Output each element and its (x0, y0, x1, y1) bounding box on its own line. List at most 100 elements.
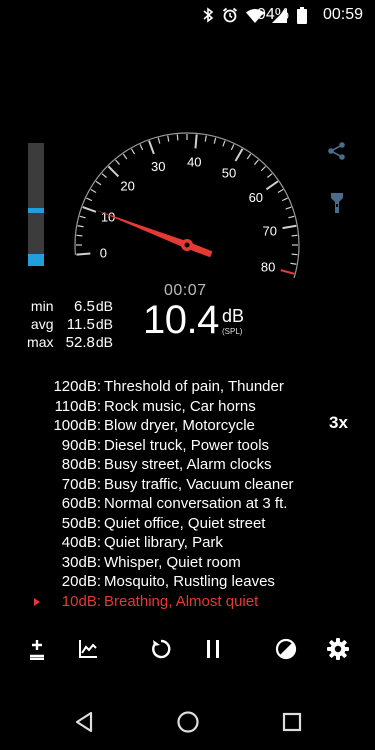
reading-unit: dB (222, 306, 245, 326)
reference-description: Mosquito, Rustling leaves (104, 573, 275, 591)
alarm-icon (222, 7, 238, 23)
reference-db: 10dB: (61, 592, 101, 610)
reference-description: Blow dryer, Motorcycle (104, 417, 255, 435)
gauge-tick (291, 253, 298, 256)
recents-icon[interactable] (280, 710, 304, 734)
gauge-tick (282, 224, 297, 230)
stat-unit: dB (95, 298, 113, 314)
gauge-tick (107, 165, 120, 178)
back-icon[interactable] (72, 710, 96, 734)
active-level-marker-icon (34, 597, 40, 606)
settings-icon[interactable] (325, 636, 351, 662)
gauge-tick (281, 197, 288, 202)
gauge-tick (95, 180, 102, 186)
gauge-tick (130, 148, 136, 155)
gauge-tick (290, 262, 297, 265)
reference-description: Rock music, Car horns (104, 397, 256, 415)
theme-icon[interactable] (273, 636, 299, 662)
reference-row: 100dB: Blow dryer, Motorcycle (0, 416, 330, 436)
reference-description: Whisper, Quiet room (104, 553, 241, 571)
gauge-tick (176, 134, 179, 141)
reference-db: 80dB: (61, 456, 101, 474)
gauge-tick (234, 148, 244, 162)
stat-value: 6.5 (74, 298, 95, 315)
reset-icon[interactable] (148, 636, 174, 662)
stat-value: 11.5 (66, 316, 95, 333)
reference-db: 70dB: (61, 475, 101, 493)
gauge-tick (90, 188, 97, 194)
flashlight-icon[interactable] (331, 193, 343, 218)
gauge-tick (204, 135, 207, 142)
reference-description: Diesel truck, Power tools (104, 436, 270, 454)
gauge-tick (122, 153, 128, 160)
gauge-tick (101, 173, 107, 178)
reference-row: 40dB: Quiet library, Park (0, 533, 330, 553)
reference-description: Busy street, Alarm clocks (104, 456, 272, 474)
pause-icon[interactable] (200, 636, 226, 662)
share-icon[interactable] (327, 141, 347, 166)
gauge-scale-label: 0 (100, 245, 107, 260)
gauge-tick (246, 153, 252, 160)
stats-panel: min 6.5 dB avg 11.5 dB max 52.8 dB (18, 298, 113, 352)
gauge-tick (76, 234, 83, 237)
reference-row: 10dB: Breathing, Almost quiet (0, 592, 330, 612)
reference-description: Quiet library, Park (104, 534, 223, 552)
weighting-label: (SPL) (222, 327, 243, 336)
gauge-tick (222, 140, 226, 147)
reference-db: 100dB: (53, 417, 101, 435)
reference-description: Normal conversation at 3 ft. (104, 495, 288, 513)
gauge-tick (76, 252, 91, 256)
gauge-tick (254, 159, 259, 165)
current-reading: 10.4 (143, 298, 219, 342)
reference-row: 70dB: Busy traffic, Vacuum cleaner (0, 475, 330, 495)
reference-list: 120dB: Threshold of pain, Thunder 110dB: Ro… (0, 377, 330, 611)
gauge-needle (95, 209, 213, 258)
gauge-scale-label: 70 (262, 223, 276, 238)
gauge-tick (265, 180, 279, 191)
reference-description: Breathing, Almost quiet (104, 592, 259, 610)
reference-description: Quiet office, Quiet street (104, 514, 266, 532)
gauge-scale-label: 30 (151, 159, 165, 174)
calibrate-icon[interactable] (24, 636, 50, 662)
gauge-hub-center (184, 242, 190, 248)
gauge-tick (291, 234, 298, 237)
stat-min: min 6.5 dB (18, 298, 113, 316)
gauge-tick (167, 135, 170, 142)
level-meter (28, 143, 44, 266)
reference-row: 50dB: Quiet office, Quiet street (0, 514, 330, 534)
reference-description: Busy traffic, Vacuum cleaner (104, 475, 294, 493)
home-icon[interactable] (176, 710, 200, 734)
stat-value: 52.8 (65, 334, 95, 351)
stat-unit: dB (95, 316, 113, 332)
speed-multiplier[interactable]: 3x (329, 413, 348, 433)
reference-db: 120dB: (53, 378, 101, 396)
reference-db: 90dB: (61, 436, 101, 454)
battery-percent: 94% (256, 6, 289, 23)
gauge-tick (260, 166, 266, 172)
gauge-scale-label: 20 (120, 179, 134, 194)
reference-db: 110dB: (54, 397, 101, 415)
stat-label: min (30, 298, 54, 314)
level-fill (28, 253, 44, 266)
gauge-tick (148, 140, 155, 155)
bluetooth-icon (202, 7, 214, 23)
stat-unit: dB (95, 334, 113, 350)
reference-row: 90dB: Diesel truck, Power tools (0, 436, 330, 456)
level-peak-marker (28, 208, 44, 213)
stat-label: avg (30, 316, 54, 332)
reference-row: 20dB: Mosquito, Rustling leaves (0, 572, 330, 592)
gauge-tick (82, 206, 97, 213)
chart-icon[interactable] (75, 636, 101, 662)
gauge-tick (139, 144, 144, 151)
gauge-scale-label: 80 (261, 260, 275, 275)
gauge-tick (213, 137, 217, 144)
reference-row: 80dB: Busy street, Alarm clocks (0, 455, 330, 475)
gauge-tick (86, 197, 93, 202)
reference-row: 60dB: Normal conversation at 3 ft. (0, 494, 330, 514)
status-time: 00:59 (322, 6, 363, 23)
gauge-tick (288, 215, 295, 219)
gauge-tick (79, 215, 86, 219)
stat-max: max 52.8 dB (18, 334, 113, 352)
battery-icon (297, 7, 307, 24)
reference-row: 30dB: Whisper, Quiet room (0, 553, 330, 573)
